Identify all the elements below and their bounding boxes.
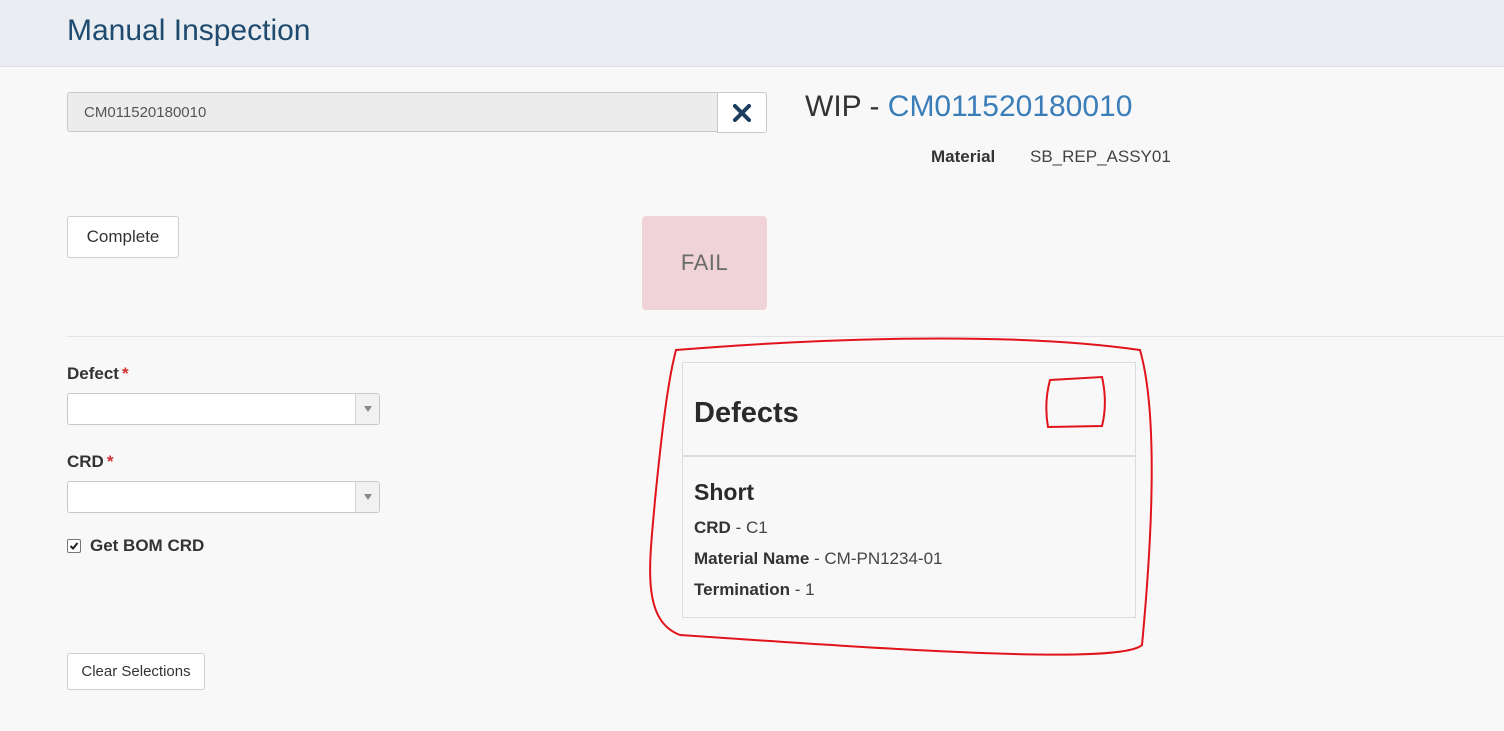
page-title: Manual Inspection bbox=[67, 14, 311, 47]
separator: - bbox=[809, 549, 825, 568]
defect-field-label: Defect * bbox=[67, 364, 129, 384]
separator: - bbox=[730, 518, 746, 537]
wip-heading: WIP - CM011520180010 bbox=[805, 90, 1132, 124]
defect-material-label: Material Name bbox=[694, 549, 810, 568]
defect-select[interactable] bbox=[67, 393, 380, 425]
get-bom-crd-row: Get BOM CRD bbox=[67, 536, 204, 556]
clear-wip-button[interactable] bbox=[717, 92, 767, 133]
checkmark-icon bbox=[69, 542, 79, 550]
dropdown-arrow-icon[interactable] bbox=[355, 482, 379, 512]
clear-selections-button[interactable]: Clear Selections bbox=[67, 653, 205, 690]
material-value: SB_REP_ASSY01 bbox=[1030, 147, 1171, 166]
defect-termination-line: Termination - 1 bbox=[694, 580, 815, 600]
wip-search-input[interactable] bbox=[67, 92, 717, 132]
close-icon bbox=[733, 103, 751, 122]
required-marker: * bbox=[121, 364, 129, 383]
required-marker: * bbox=[106, 452, 114, 471]
defects-panel-title: Defects bbox=[694, 397, 799, 429]
crd-label-text: CRD bbox=[67, 452, 104, 471]
get-bom-crd-checkbox[interactable] bbox=[67, 539, 81, 553]
defect-type: Short bbox=[694, 479, 755, 505]
wip-id: CM011520180010 bbox=[887, 90, 1133, 123]
material-label: Material bbox=[931, 147, 996, 166]
section-divider bbox=[67, 336, 1504, 337]
wip-prefix: WIP - bbox=[805, 90, 888, 123]
defects-panel-header: Defects bbox=[683, 363, 1135, 457]
complete-button[interactable]: Complete bbox=[67, 216, 179, 258]
defect-termination-value: 1 bbox=[805, 580, 815, 599]
defects-panel: Defects Short CRD - C1 Material Name - C… bbox=[682, 362, 1136, 618]
defect-crd-label: CRD bbox=[694, 518, 731, 537]
crd-select[interactable] bbox=[67, 481, 380, 513]
defect-crd-value: C1 bbox=[745, 518, 768, 537]
defect-label-text: Defect bbox=[67, 364, 119, 383]
status-badge: FAIL bbox=[642, 216, 767, 310]
dropdown-arrow-icon[interactable] bbox=[355, 394, 379, 424]
page-header: Manual Inspection bbox=[0, 0, 1504, 67]
separator: - bbox=[790, 580, 806, 599]
defect-material-value: CM-PN1234-01 bbox=[824, 549, 943, 568]
get-bom-crd-label: Get BOM CRD bbox=[90, 536, 205, 555]
crd-field-label: CRD * bbox=[67, 452, 113, 472]
defect-termination-label: Termination bbox=[694, 580, 791, 599]
defect-material-line: Material Name - CM-PN1234-01 bbox=[694, 549, 943, 569]
defect-crd-line: CRD - C1 bbox=[694, 518, 768, 538]
